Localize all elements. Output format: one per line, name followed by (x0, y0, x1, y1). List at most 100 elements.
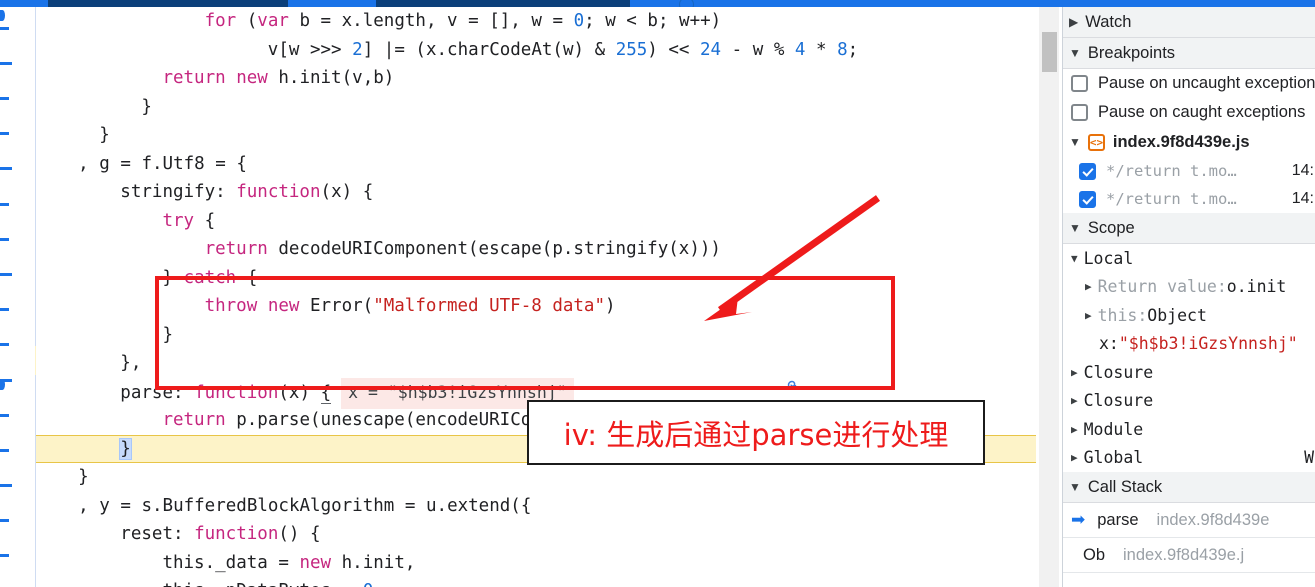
chevron-right-icon[interactable]: ▶ (1071, 451, 1078, 464)
gutter-mark (0, 203, 9, 206)
scope-entry-this[interactable]: ▶ this: Object (1063, 301, 1315, 330)
pause-uncaught-checkbox[interactable] (1071, 75, 1088, 92)
chevron-right-icon[interactable]: ▶ (1085, 280, 1092, 293)
code-line[interactable]: return decodeURIComponent(escape(p.strin… (36, 235, 1036, 264)
current-frame-arrow-icon: ➡ (1071, 510, 1086, 529)
chevron-right-icon[interactable]: ▶ (1085, 309, 1092, 322)
gutter-mark (0, 238, 9, 241)
call-stack-frame-source: index.9f8d439e.j (1123, 545, 1245, 564)
call-stack-frame[interactable]: Ob index.9f8d439e.j (1063, 538, 1315, 573)
scope-entry-value: "$h$b3!iGzsYnnshj" (1118, 334, 1298, 354)
breakpoint-enabled-checkbox[interactable] (1079, 190, 1096, 208)
call-stack-frame-source: index.9f8d439e (1156, 510, 1270, 529)
code-editor-pane[interactable]: for (var b = x.length, v = [], w = 0; w … (36, 7, 1036, 587)
page-loading-bar (0, 0, 1315, 12)
breakpoint-file-row[interactable]: ▼ <> index.9f8d439e.js (1063, 127, 1315, 157)
gutter-mark (0, 519, 9, 522)
gutter-mark (0, 167, 12, 170)
section-title-call-stack: Call Stack (1087, 477, 1163, 496)
code-line[interactable]: , y = s.BufferedBlockAlgorithm = u.exten… (36, 492, 1036, 521)
section-header-breakpoints[interactable]: ▼ Breakpoints (1063, 38, 1315, 69)
chevron-right-icon[interactable]: ▶ (1069, 15, 1078, 29)
gutter-mark (0, 449, 9, 452)
scope-group-module[interactable]: ▶ Module (1063, 415, 1315, 444)
chevron-right-icon[interactable]: ▶ (1071, 394, 1078, 407)
section-header-watch[interactable]: ▶ Watch (1063, 7, 1315, 38)
scope-entry-key: Return value: (1097, 277, 1227, 297)
section-header-call-stack[interactable]: ▼ Call Stack (1063, 472, 1315, 503)
code-line[interactable]: stringify: function(x) { (36, 178, 1036, 207)
gutter-mark (0, 343, 9, 346)
breakpoint-snippet: */return t.mo… (1106, 190, 1237, 208)
call-stack-frame[interactable]: ➡ parse index.9f8d439e (1063, 503, 1315, 538)
code-line[interactable]: } (36, 121, 1036, 150)
gutter-mark (0, 27, 9, 30)
debugger-sidebar[interactable]: ▶ Watch ▼ Breakpoints Pause on uncaught … (1062, 7, 1315, 587)
breakpoint-file-name: index.9f8d439e.js (1112, 132, 1250, 151)
code-line[interactable]: try { (36, 207, 1036, 236)
code-line[interactable]: this._data = new h.init, (36, 549, 1036, 578)
chevron-right-icon[interactable]: ▶ (1071, 366, 1078, 379)
pause-on-uncaught-exceptions-row[interactable]: Pause on uncaught exceptions (1063, 69, 1315, 98)
pause-caught-label: Pause on caught exceptions (1098, 103, 1306, 121)
gutter-mark (0, 97, 9, 100)
gutter-mark (0, 273, 12, 276)
scope-entry-value: Object (1147, 305, 1207, 325)
spiral-icon (787, 380, 797, 390)
breakpoint-snippet: */return t.mo… (1106, 162, 1237, 180)
breakpoint-enabled-checkbox[interactable] (1079, 162, 1096, 180)
breakpoint-item[interactable]: */return t.mo… 14: (1063, 185, 1315, 213)
editor-marker-gutter[interactable] (0, 7, 40, 587)
code-line[interactable]: } (36, 463, 1036, 492)
code-line[interactable]: } (36, 93, 1036, 122)
chevron-right-icon[interactable]: ▶ (1071, 423, 1078, 436)
annotation-note-box: iv: 生成后通过parse进行处理 (527, 400, 985, 465)
gutter-breakpoint-marker[interactable] (0, 379, 5, 390)
code-line[interactable]: return new h.init(v,b) (36, 64, 1036, 93)
code-line[interactable]: }, (36, 349, 1036, 378)
chevron-down-icon[interactable]: ▼ (1071, 252, 1078, 265)
pause-uncaught-label: Pause on uncaught exceptions (1098, 74, 1315, 92)
code-line[interactable]: this._nDataBytes = 0 (36, 577, 1036, 587)
code-line[interactable]: throw new Error("Malformed UTF-8 data") (36, 292, 1036, 321)
code-line[interactable]: reset: function() { (36, 520, 1036, 549)
section-title-breakpoints: Breakpoints (1087, 43, 1176, 62)
scope-group-global[interactable]: ▶ Global W (1063, 444, 1315, 473)
gutter-mark (0, 308, 9, 311)
scope-entry-return-value[interactable]: ▶ Return value: o.init (1063, 273, 1315, 302)
call-stack-frame-name: Ob (1083, 545, 1106, 564)
editor-vertical-scrollbar[interactable] (1038, 7, 1059, 587)
breakpoint-item[interactable]: */return t.mo… 14: (1063, 157, 1315, 185)
gutter-breakpoint-marker[interactable] (0, 10, 5, 21)
scope-local-label: Local (1083, 248, 1134, 268)
annotation-note-text: iv: 生成后通过parse进行处理 (563, 417, 949, 452)
code-line[interactable]: , g = f.Utf8 = { (36, 150, 1036, 179)
scope-local-row[interactable]: ▼ Local (1063, 244, 1315, 273)
scope-group-label: Global (1083, 448, 1144, 468)
breakpoint-line-number: 14: (1291, 190, 1314, 207)
code-line[interactable]: v[w >>> 2] |= (x.charCodeAt(w) & 255) <<… (36, 36, 1036, 65)
devtools-sources-screenshot: for (var b = x.length, v = [], w = 0; w … (0, 0, 1315, 587)
scope-entry-key: this: (1097, 305, 1148, 325)
chevron-down-icon[interactable]: ▼ (1069, 135, 1081, 149)
chevron-down-icon[interactable]: ▼ (1069, 46, 1081, 60)
scope-entry-key: x: (1099, 334, 1119, 354)
code-line[interactable]: for (var b = x.length, v = [], w = 0; w … (36, 7, 1036, 36)
chevron-down-icon[interactable]: ▼ (1069, 221, 1081, 235)
section-title-watch: Watch (1085, 12, 1132, 31)
chevron-down-icon[interactable]: ▼ (1069, 480, 1081, 494)
scope-entry-x[interactable]: x: "$h$b3!iGzsYnnshj" (1063, 330, 1315, 359)
code-line[interactable]: } (36, 321, 1036, 350)
scope-group-closure-2[interactable]: ▶ Closure (1063, 387, 1315, 416)
code-content[interactable]: for (var b = x.length, v = [], w = 0; w … (36, 7, 1036, 587)
gutter-mark (0, 414, 9, 417)
scrollbar-thumb[interactable] (1042, 32, 1057, 72)
gutter-mark (0, 554, 9, 557)
js-file-icon: <> (1087, 133, 1105, 151)
code-line[interactable]: } catch { (36, 264, 1036, 293)
gutter-mark (0, 484, 12, 487)
section-header-scope[interactable]: ▼ Scope (1063, 213, 1315, 244)
pause-caught-checkbox[interactable] (1071, 104, 1088, 121)
scope-group-closure-1[interactable]: ▶ Closure (1063, 358, 1315, 387)
pause-on-caught-exceptions-row[interactable]: Pause on caught exceptions (1063, 98, 1315, 127)
